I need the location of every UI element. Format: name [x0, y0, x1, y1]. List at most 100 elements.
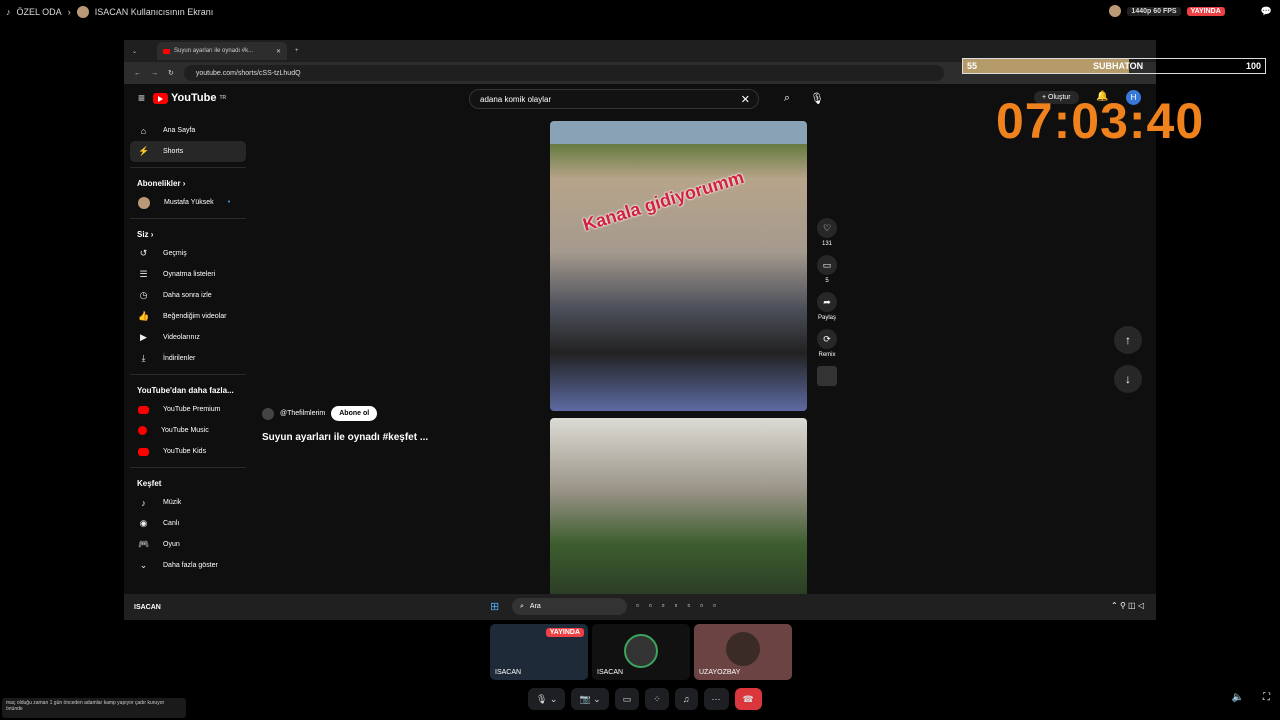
live-icon: ◉ — [139, 518, 148, 528]
chevron-down-icon[interactable]: ⌄ — [132, 48, 137, 55]
browser-tab[interactable]: Suyun ayarları ile oynadı #k... ✕ — [157, 42, 288, 60]
sidebar-item-liked[interactable]: 👍 Beğendiğim videolar — [130, 306, 246, 327]
participant-tiles: YAYINDA ISACAN ISACAN UZAYOZBAY — [490, 624, 792, 680]
comment-button[interactable]: ▭ — [817, 255, 837, 275]
sidebar-item-subscription[interactable]: Mustafa Yüksek • — [130, 192, 246, 213]
participant-name: UZAYOZBAY — [699, 669, 741, 676]
sound-thumbnail[interactable] — [817, 366, 837, 386]
remix-button[interactable]: ⟳ — [817, 329, 837, 349]
sidebar-item-label: Videolarınız — [163, 334, 200, 341]
sidebar-item-label: YouTube Premium — [163, 406, 221, 413]
soundboard-button[interactable]: ♫ — [674, 688, 698, 710]
leave-call-button[interactable]: ☎ — [734, 688, 762, 710]
share-button[interactable]: ➦ — [817, 292, 837, 312]
channel-handle[interactable]: @Thefilmlerim — [280, 410, 325, 417]
activities-button[interactable]: ⁘ — [645, 688, 669, 710]
reload-icon[interactable]: ↻ — [168, 69, 174, 77]
windows-icon[interactable]: ⊞ — [490, 600, 499, 613]
subscribe-button[interactable]: Abone ol — [331, 406, 378, 421]
channel-name[interactable]: ÖZEL ODA — [17, 7, 62, 17]
tab-title: Suyun ayarları ile oynadı #k... — [174, 48, 254, 54]
plus-icon[interactable]: + — [295, 48, 299, 54]
avatar — [76, 6, 89, 18]
like-button[interactable]: ♡ — [817, 218, 837, 238]
shorts-icon: ⚡ — [138, 146, 150, 156]
system-tray-icon[interactable]: ⌃ ⚲ ◫ ◁ — [1111, 601, 1144, 610]
previous-short-button[interactable]: ↑ — [1114, 326, 1142, 354]
volume-icon[interactable]: 🔈 — [1232, 692, 1244, 703]
chat-icon[interactable]: 💬 — [1261, 6, 1272, 17]
sidebar-item-shorts[interactable]: ⚡ Shorts — [130, 141, 246, 162]
sidebar-item-music[interactable]: YouTube Music — [130, 420, 246, 441]
sidebar-item-home[interactable]: ⌂ Ana Sayfa — [130, 120, 246, 141]
region-code: TR — [219, 95, 227, 101]
fullscreen-icon[interactable]: ⛶ — [1263, 692, 1270, 703]
forward-icon[interactable]: → — [151, 70, 158, 77]
participant-tile[interactable]: YAYINDA ISACAN — [490, 624, 588, 680]
sidebar-item-gaming[interactable]: 🎮 Oyun — [130, 534, 246, 555]
youtube-logo[interactable]: YouTube TR — [153, 92, 226, 104]
back-icon[interactable]: ← — [134, 70, 141, 77]
taskbar-search-label: Ara — [529, 603, 541, 610]
section-title: Abonelikler — [137, 179, 181, 188]
sidebar-item-premium[interactable]: YouTube Premium — [130, 399, 246, 420]
search-value: adana komik olaylar — [480, 94, 552, 104]
taskbar-user[interactable]: ISACAN — [134, 604, 161, 611]
pinned-apps-icon[interactable]: ▫▫▫▫▫▫▫ — [636, 601, 726, 610]
live-badge: YAYINDA — [1186, 6, 1225, 16]
clear-icon[interactable]: ✕ — [741, 93, 750, 106]
short-video-player[interactable]: Kanala gidiyorumm — [550, 121, 807, 411]
mic-icon[interactable]: 🎙 — [810, 92, 824, 105]
sidebar-item-kids[interactable]: YouTube Kids — [130, 441, 246, 462]
more-button[interactable]: ⋯ — [703, 688, 729, 710]
camera-button[interactable]: 📷 ⌄ — [571, 688, 609, 710]
sidebar-item-show-more[interactable]: ⌄ Daha fazla göster — [130, 555, 246, 576]
search-icon[interactable]: ⌕ — [784, 92, 790, 105]
sidebar-item-music-explore[interactable]: ♪ Müzik — [130, 492, 246, 513]
participant-tile[interactable]: ISACAN — [592, 624, 690, 680]
sidebar-item-history[interactable]: ↺ Geçmiş — [130, 243, 246, 264]
sidebar-item-live[interactable]: ◉ Canlı — [130, 513, 246, 534]
quality-badge: 1440p 60 FPS — [1127, 6, 1181, 16]
new-dot-icon: • — [227, 199, 231, 206]
avatar[interactable] — [262, 407, 274, 420]
sidebar-item-label: YouTube Music — [161, 427, 209, 434]
taskbar-search[interactable]: ⌕ Ara — [512, 598, 627, 615]
close-icon[interactable]: ✕ — [276, 48, 281, 55]
short-title[interactable]: Suyun ayarları ile oynadı #keşfet ... — [262, 432, 428, 443]
section-title: YouTube'dan daha fazla... — [137, 386, 234, 395]
sidebar-item-label: Müzik — [163, 499, 182, 506]
screen-share-button[interactable]: ▭ — [614, 688, 640, 710]
sidebar-item-label: Canlı — [163, 520, 180, 527]
sidebar-item-watch-later[interactable]: ◷ Daha sonra izle — [130, 285, 246, 306]
youtube-kids-icon — [138, 447, 149, 456]
video-overlay-text: Kanala gidiyorumm — [580, 167, 747, 236]
yt-sidebar: ⌂ Ana Sayfa ⚡ Shorts Abonelikler › Mustafa… — [130, 120, 246, 576]
avatar — [1109, 5, 1122, 17]
search-input[interactable]: adana komik olaylar ✕ ⌕ 🎙 — [469, 89, 824, 109]
sidebar-item-playlists[interactable]: ☰ Oynatma listeleri — [130, 264, 246, 285]
logo-text: YouTube — [171, 92, 217, 104]
avatar — [726, 632, 760, 666]
stream-title: ISACAN Kullanıcısının Ekranı — [94, 7, 214, 17]
stream-timer: 07:03:40 — [996, 93, 1205, 149]
participant-tile[interactable]: UZAYOZBAY — [694, 624, 792, 680]
you-header[interactable]: Siz › — [130, 224, 246, 243]
subhaton-progress: 55 SUBHATON 100 — [962, 58, 1266, 74]
sidebar-item-your-videos[interactable]: ▶ Videolarınız — [130, 327, 246, 348]
sidebar-item-label: Beğendiğim videolar — [163, 313, 227, 320]
subscriptions-header[interactable]: Abonelikler › — [130, 173, 246, 192]
home-icon: ⌂ — [140, 125, 147, 136]
url-field[interactable]: youtube.com/shorts/cSS-tzLhudQ — [183, 65, 944, 81]
section-title: Keşfet — [137, 479, 162, 488]
next-short-button[interactable]: ↓ — [1114, 365, 1142, 393]
menu-icon[interactable]: ≡ — [138, 91, 145, 105]
sidebar-item-label: İndirilenler — [163, 355, 196, 362]
thumbs-up-icon: 👍 — [138, 311, 150, 321]
sidebar-item-label: YouTube Kids — [163, 448, 207, 455]
mic-button[interactable]: 🎙 ⌄ — [528, 688, 566, 710]
sidebar-item-downloads[interactable]: ⤓ İndirilenler — [130, 348, 246, 369]
next-short-preview[interactable] — [550, 418, 807, 598]
more-header: YouTube'dan daha fazla... — [130, 380, 246, 399]
voice-channel-icon: ♪ — [6, 7, 11, 17]
